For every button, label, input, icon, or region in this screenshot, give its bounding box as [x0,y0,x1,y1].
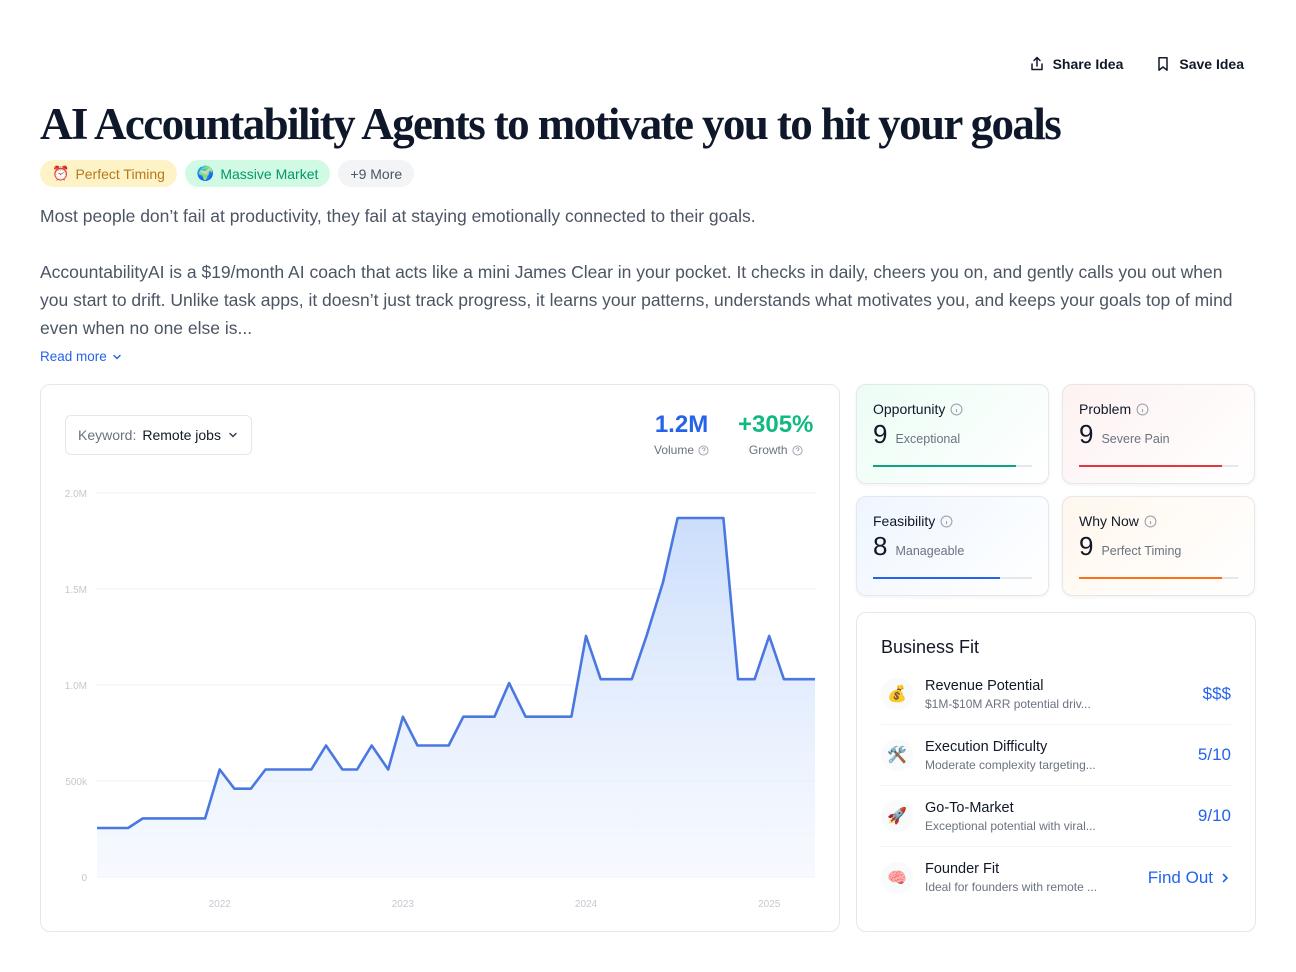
chevron-right-icon [1222,873,1229,882]
badge-label: Massive Market [220,165,319,182]
y-tick-label: 2.0M [65,489,87,500]
save-idea-label: Save Idea [1179,56,1244,72]
score-value: 9 [1079,531,1094,561]
score-card-problem[interactable]: Problem 9 Severe Pain [1062,384,1255,484]
help-icon[interactable] [792,444,803,456]
score-bar [873,577,1032,579]
money-bag-icon: 💰 [881,678,913,710]
trend-chart-card: 0 500k 1.0M 1.5M 2.0M 2022 2023 2024 2025 Keywor… [40,384,840,932]
volume-label: Volume [654,443,695,457]
business-fit-title: Business Fit [881,637,980,657]
row-name: Go-To-Market [925,799,1014,816]
volume-stat: 1.2M Volume [654,411,709,457]
chevron-down-icon [113,354,121,360]
score-bar-fill [1079,465,1223,467]
row-name: Revenue Potential [925,677,1044,694]
score-name: Why Now [1079,513,1139,529]
info-icon[interactable] [1136,403,1149,416]
row-description: Moderate complexity targeting... [925,757,1096,772]
read-more-label: Read more [40,349,107,364]
tools-icon: 🛠️ [881,739,913,771]
badge-massive-market[interactable]: 🌍 Massive Market [184,160,331,187]
growth-stat: +305% Growth [738,411,813,457]
badge-label: +9 More [350,165,403,182]
row-name: Founder Fit [925,861,1000,877]
row-name: Execution Difficulty [925,738,1048,755]
y-tick-label: 0 [81,873,87,884]
share-icon [1030,56,1043,71]
score-description: Manageable [895,544,965,558]
business-fit-row-go-to-market[interactable]: 🚀 Go-To-Market Exceptional potential with… [881,786,1231,847]
score-bar [873,465,1032,467]
score-value: 8 [873,531,888,561]
score-description: Exceptional [895,432,961,446]
find-out-link[interactable]: Find Out [1148,868,1231,888]
save-idea-button[interactable]: Save Idea [1155,56,1244,72]
business-fit-row-execution[interactable]: 🛠️ Execution Difficulty Moderate complexi… [881,725,1231,786]
x-tick-label: 2025 [758,899,781,910]
summary-paragraph: AccountabilityAI is a $19/month AI coach… [40,262,1233,338]
x-tick-label: 2024 [575,899,598,910]
business-fit-card: Business Fit 💰 Revenue Potential $1M-$10M… [856,612,1256,932]
keyword-label: Keyword: [78,427,137,443]
bookmark-icon [1158,57,1169,71]
header-actions: Share Idea Save Idea [1029,56,1244,72]
score-bar-fill [873,577,1001,579]
row-description: $1M-$10M ARR potential driv... [925,696,1091,711]
row-value: $$$ [1202,684,1231,703]
y-tick-label: 1.0M [65,681,87,692]
info-icon[interactable] [950,403,963,416]
rocket-icon: 🚀 [881,800,913,832]
help-icon[interactable] [698,444,709,456]
business-fit-row-founder-fit[interactable]: 🧠 Founder Fit Ideal for founders with rem… [881,847,1231,908]
y-tick-label: 500k [65,777,88,788]
volume-value: 1.2M [654,411,709,438]
badge-label: Perfect Timing [75,165,165,182]
keyword-select[interactable]: Keyword: Remote jobs [65,415,252,455]
score-name: Opportunity [873,401,946,417]
score-value: 9 [1079,419,1094,449]
score-bar [1079,577,1238,579]
idea-summary: Most people don’t fail at productivity, … [40,202,1250,342]
info-icon[interactable] [940,515,953,528]
score-value: 9 [873,419,888,449]
score-bar [1079,465,1238,467]
row-description: Ideal for founders with remote ... [925,880,1098,894]
trend-chart: 0 500k 1.0M 1.5M 2.0M 2022 2023 2024 2025 [65,489,815,910]
growth-value: +305% [738,411,814,438]
brain-icon: 🧠 [881,861,913,894]
business-fit-row-revenue[interactable]: 💰 Revenue Potential $1M-$10M ARR potentia… [881,664,1231,725]
score-card-why-now[interactable]: Why Now 9 Perfect Timing [1062,496,1255,596]
score-bar-fill [1079,577,1223,579]
keyword-value: Remote jobs [142,427,221,443]
score-bar-fill [873,465,1017,467]
score-description: Perfect Timing [1101,544,1182,558]
read-more-link[interactable]: Read more [40,349,123,364]
score-description: Severe Pain [1101,432,1170,446]
series-area [97,518,815,877]
score-name: Problem [1079,401,1132,417]
find-out-label: Find Out [1147,867,1213,887]
summary-paragraph: Most people don’t fail at productivity, … [40,206,756,226]
globe-icon: 🌍 [196,165,215,181]
score-card-opportunity[interactable]: Opportunity 9 Exceptional [856,384,1049,484]
info-icon[interactable] [1144,515,1157,528]
x-tick-label: 2023 [392,899,415,910]
more-badges-button[interactable]: +9 More [338,160,415,187]
page-title: AI Accountability Agents to motivate you… [40,99,1062,149]
row-value: 5/10 [1197,745,1231,764]
share-idea-label: Share Idea [1052,56,1124,72]
chevron-down-icon [229,432,237,438]
badge-list: ⏰ Perfect Timing 🌍 Massive Market +9 Mor… [40,160,415,187]
row-description: Exceptional potential with viral... [925,818,1096,833]
y-tick-label: 1.5M [65,585,87,596]
row-value: 9/10 [1197,806,1231,825]
score-card-feasibility[interactable]: Feasibility 8 Manageable [856,496,1049,596]
share-idea-button[interactable]: Share Idea [1029,56,1124,72]
badge-perfect-timing[interactable]: ⏰ Perfect Timing [40,160,177,187]
alarm-clock-icon: ⏰ [52,165,70,181]
x-tick-label: 2022 [209,899,232,910]
score-name: Feasibility [873,513,936,529]
growth-label: Growth [748,443,788,457]
